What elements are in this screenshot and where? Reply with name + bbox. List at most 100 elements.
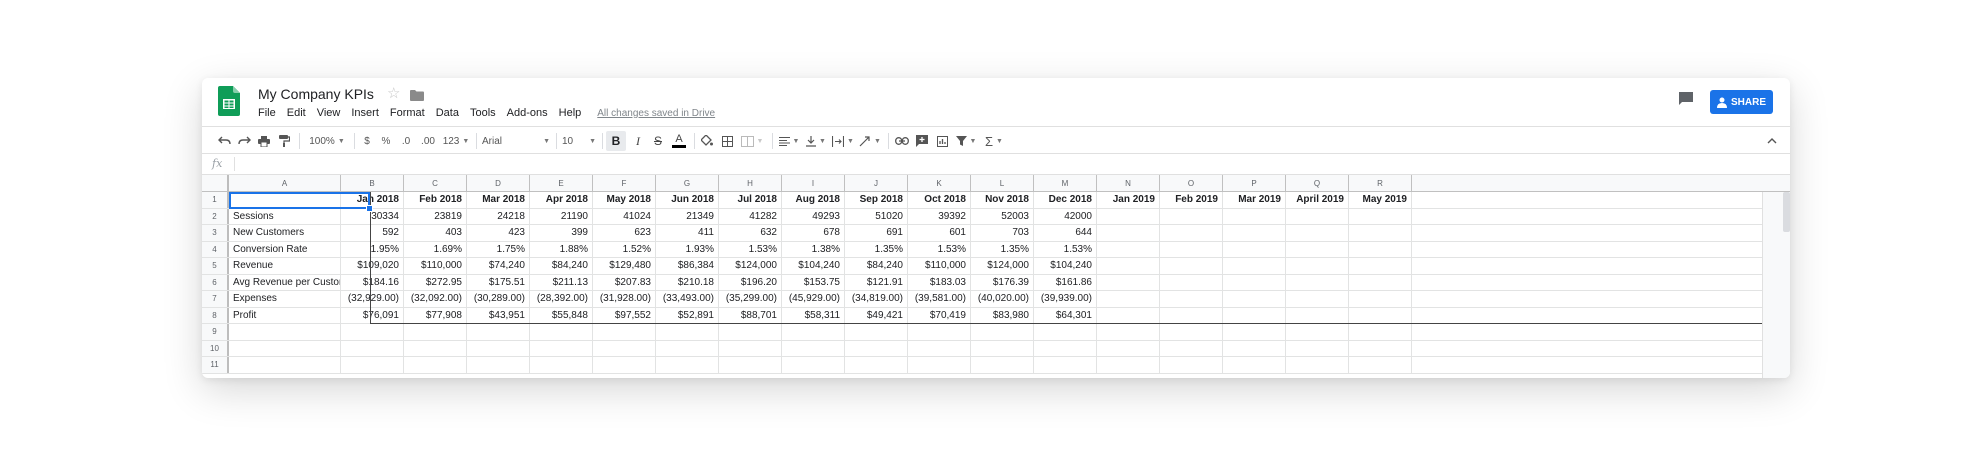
cell-h4[interactable]: 1.53% [719, 241, 782, 257]
cell-h1[interactable]: Jul 2018 [719, 192, 782, 208]
cell-d8[interactable]: $43,951 [467, 307, 530, 323]
menu-help[interactable]: Help [559, 107, 582, 119]
cell-o3[interactable] [1160, 225, 1223, 241]
cell-r9[interactable] [1349, 324, 1412, 340]
cell-j7[interactable]: (34,819.00) [845, 291, 908, 307]
cell-m4[interactable]: 1.53% [1034, 241, 1097, 257]
cell-h9[interactable] [719, 324, 782, 340]
cell-r2[interactable] [1349, 208, 1412, 224]
cell-i10[interactable] [782, 340, 845, 356]
cell-g1[interactable]: Jun 2018 [656, 192, 719, 208]
cell-p5[interactable] [1223, 258, 1286, 274]
cell-k5[interactable]: $110,000 [908, 258, 971, 274]
cell-j5[interactable]: $84,240 [845, 258, 908, 274]
cell-a8[interactable]: Profit [229, 307, 341, 323]
cell-f9[interactable] [593, 324, 656, 340]
cell-i1[interactable]: Aug 2018 [782, 192, 845, 208]
save-status-link[interactable]: All changes saved in Drive [597, 108, 715, 119]
folder-icon[interactable] [410, 88, 424, 106]
cell-j9[interactable] [845, 324, 908, 340]
cell-n4[interactable] [1097, 241, 1160, 257]
cell-e1[interactable]: Apr 2018 [530, 192, 593, 208]
filter-icon[interactable]: ▼ [954, 133, 978, 149]
paint-format-icon[interactable] [276, 133, 292, 149]
percent-format-button[interactable]: % [378, 133, 394, 149]
column-header-k[interactable]: K [908, 175, 971, 191]
cell-q7[interactable] [1286, 291, 1349, 307]
cell-k3[interactable]: 601 [908, 225, 971, 241]
cell-d1[interactable]: Mar 2018 [467, 192, 530, 208]
cell-l9[interactable] [971, 324, 1034, 340]
cell-o2[interactable] [1160, 208, 1223, 224]
cell-h2[interactable]: 41282 [719, 208, 782, 224]
cell-r8[interactable] [1349, 307, 1412, 323]
document-title[interactable]: My Company KPIs [258, 86, 374, 102]
cell-c2[interactable]: 23819 [404, 208, 467, 224]
row-header[interactable]: 6 [202, 274, 229, 290]
cell-m11[interactable] [1034, 357, 1097, 373]
cell-l5[interactable]: $124,000 [971, 258, 1034, 274]
cell-e7[interactable]: (28,392.00) [530, 291, 593, 307]
cell-q2[interactable] [1286, 208, 1349, 224]
cell-g4[interactable]: 1.93% [656, 241, 719, 257]
cell-g7[interactable]: (33,493.00) [656, 291, 719, 307]
column-header-g[interactable]: G [656, 175, 719, 191]
column-header-h[interactable]: H [719, 175, 782, 191]
cell-o9[interactable] [1160, 324, 1223, 340]
cell-m1[interactable]: Dec 2018 [1034, 192, 1097, 208]
cell-p7[interactable] [1223, 291, 1286, 307]
cell-g9[interactable] [656, 324, 719, 340]
cell-g8[interactable]: $52,891 [656, 307, 719, 323]
cell-h3[interactable]: 632 [719, 225, 782, 241]
cell-p2[interactable] [1223, 208, 1286, 224]
cell-q9[interactable] [1286, 324, 1349, 340]
cell-h10[interactable] [719, 340, 782, 356]
cell-q4[interactable] [1286, 241, 1349, 257]
cell-k4[interactable]: 1.53% [908, 241, 971, 257]
cell-q6[interactable] [1286, 274, 1349, 290]
cell-e10[interactable] [530, 340, 593, 356]
cell-r10[interactable] [1349, 340, 1412, 356]
cell-b9[interactable] [341, 324, 404, 340]
cell-r7[interactable] [1349, 291, 1412, 307]
cell-j11[interactable] [845, 357, 908, 373]
cell-g5[interactable]: $86,384 [656, 258, 719, 274]
cell-m10[interactable] [1034, 340, 1097, 356]
column-header-f[interactable]: F [593, 175, 656, 191]
cell-i8[interactable]: $58,311 [782, 307, 845, 323]
bold-button[interactable]: B [606, 131, 626, 151]
row-header[interactable]: 9 [202, 324, 229, 340]
insert-chart-icon[interactable] [934, 133, 950, 149]
print-icon[interactable] [256, 133, 272, 149]
cell-h5[interactable]: $124,000 [719, 258, 782, 274]
cell-c9[interactable] [404, 324, 467, 340]
cell-r1[interactable]: May 2019 [1349, 192, 1412, 208]
cell-p1[interactable]: Mar 2019 [1223, 192, 1286, 208]
cell-d7[interactable]: (30,289.00) [467, 291, 530, 307]
cell-m5[interactable]: $104,240 [1034, 258, 1097, 274]
cell-e3[interactable]: 399 [530, 225, 593, 241]
cell-b8[interactable]: $76,091 [341, 307, 404, 323]
cell-c6[interactable]: $272.95 [404, 274, 467, 290]
cell-c7[interactable]: (32,092.00) [404, 291, 467, 307]
cell-j1[interactable]: Sep 2018 [845, 192, 908, 208]
cell-f4[interactable]: 1.52% [593, 241, 656, 257]
increase-decimal-button[interactable]: .00 [417, 133, 439, 149]
cell-i9[interactable] [782, 324, 845, 340]
cell-a1[interactable] [229, 192, 341, 208]
column-header-o[interactable]: O [1160, 175, 1223, 191]
cell-l10[interactable] [971, 340, 1034, 356]
cell-a11[interactable] [229, 357, 341, 373]
cell-l1[interactable]: Nov 2018 [971, 192, 1034, 208]
cell-c8[interactable]: $77,908 [404, 307, 467, 323]
cell-r11[interactable] [1349, 357, 1412, 373]
cell-o8[interactable] [1160, 307, 1223, 323]
column-header-l[interactable]: L [971, 175, 1034, 191]
insert-comment-icon[interactable] [914, 133, 930, 149]
cell-n1[interactable]: Jan 2019 [1097, 192, 1160, 208]
cell-a10[interactable] [229, 340, 341, 356]
cell-b3[interactable]: 592 [341, 225, 404, 241]
borders-icon[interactable] [719, 133, 735, 149]
cell-g3[interactable]: 411 [656, 225, 719, 241]
cell-c5[interactable]: $110,000 [404, 258, 467, 274]
